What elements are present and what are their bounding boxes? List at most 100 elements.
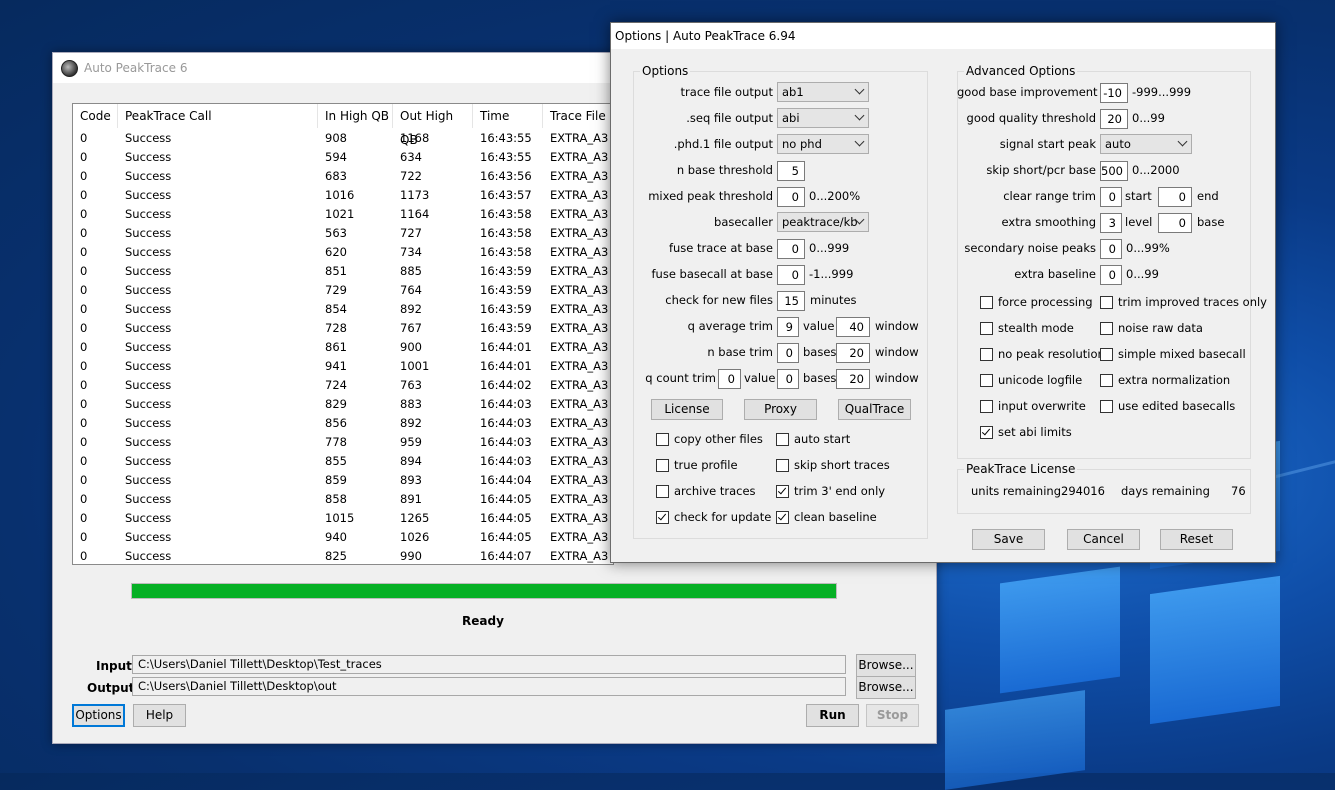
extra-smoothing-base-input[interactable]: 0 <box>1158 213 1192 233</box>
table-row[interactable]: 0 Success 724 763 16:44:02 EXTRA_A3 <box>73 376 613 395</box>
fuse-trace-at-base-input[interactable]: 0 <box>777 239 805 259</box>
checkmark-icon[interactable] <box>980 425 993 439</box>
checkbox-input-overwrite[interactable]: input overwrite <box>980 399 1086 413</box>
column-header-code[interactable]: Code <box>73 104 118 128</box>
help-button[interactable]: Help <box>133 704 186 727</box>
checkmark-icon[interactable] <box>656 510 669 524</box>
table-row[interactable]: 0 Success 825 990 16:44:07 EXTRA_A3 <box>73 547 613 564</box>
skip-short-pcr-base-input[interactable]: 500 <box>1100 161 1128 181</box>
checkbox-box[interactable] <box>980 321 993 335</box>
table-row[interactable]: 0 Success 941 1001 16:44:01 EXTRA_A3 <box>73 357 613 376</box>
table-row[interactable]: 0 Success 1021 1164 16:43:58 EXTRA_A3 <box>73 205 613 224</box>
checkbox-box[interactable] <box>1100 347 1113 361</box>
checkbox-use-edited-basecalls[interactable]: use edited basecalls <box>1100 399 1235 413</box>
table-row[interactable]: 0 Success 854 892 16:43:59 EXTRA_A3 <box>73 300 613 319</box>
license-button[interactable]: License <box>651 399 723 420</box>
checkbox-box[interactable] <box>980 373 993 387</box>
table-row[interactable]: 0 Success 729 764 16:43:59 EXTRA_A3 <box>73 281 613 300</box>
q-count-trim-window-input[interactable]: 20 <box>836 369 870 389</box>
table-row[interactable]: 0 Success 1015 1265 16:44:05 EXTRA_A3 <box>73 509 613 528</box>
qualtrace-button[interactable]: QualTrace <box>838 399 911 420</box>
column-header-time[interactable]: Time <box>473 104 543 128</box>
trace-file-output-select[interactable]: ab1 <box>777 82 869 102</box>
checkbox-box[interactable] <box>656 484 669 498</box>
checkbox-true-profile[interactable]: true profile <box>656 458 738 472</box>
table-row[interactable]: 0 Success 683 722 16:43:56 EXTRA_A3 <box>73 167 613 186</box>
checkbox-box[interactable] <box>656 432 669 446</box>
checkbox-box[interactable] <box>656 458 669 472</box>
n-base-trim-window-input[interactable]: 20 <box>836 343 870 363</box>
table-row[interactable]: 0 Success 620 734 16:43:58 EXTRA_A3 <box>73 243 613 262</box>
checkbox-noise-raw-data[interactable]: noise raw data <box>1100 321 1203 335</box>
checkbox-box[interactable] <box>776 432 789 446</box>
checkbox-unicode-logfile[interactable]: unicode logfile <box>980 373 1082 387</box>
checkbox-box[interactable] <box>980 295 993 309</box>
checkbox-auto-start[interactable]: auto start <box>776 432 850 446</box>
output-path-field[interactable]: C:\Users\Daniel Tillett\Desktop\out <box>132 677 846 696</box>
table-row[interactable]: 0 Success 563 727 16:43:58 EXTRA_A3 <box>73 224 613 243</box>
q-average-trim-value-input[interactable]: 9 <box>777 317 799 337</box>
table-row[interactable]: 0 Success 1016 1173 16:43:57 EXTRA_A3 <box>73 186 613 205</box>
column-header-in-high-qb[interactable]: In High QB <box>318 104 393 128</box>
phd-file-output-select[interactable]: no phd <box>777 134 869 154</box>
checkbox-clean-baseline[interactable]: clean baseline <box>776 510 877 524</box>
options-button[interactable]: Options <box>72 704 125 727</box>
table-row[interactable]: 0 Success 594 634 16:43:55 EXTRA_A3 <box>73 148 613 167</box>
cancel-button[interactable]: Cancel <box>1067 529 1140 550</box>
q-average-trim-window-input[interactable]: 40 <box>836 317 870 337</box>
proxy-button[interactable]: Proxy <box>744 399 817 420</box>
q-count-trim-bases-input[interactable]: 0 <box>777 369 799 389</box>
n-base-trim-bases-input[interactable]: 0 <box>777 343 799 363</box>
checkbox-no-peak-resolution[interactable]: no peak resolution <box>980 347 1105 361</box>
checkbox-box[interactable] <box>1100 373 1113 387</box>
table-row[interactable]: 0 Success 851 885 16:43:59 EXTRA_A3 <box>73 262 613 281</box>
checkbox-trim-3-end-only[interactable]: trim 3' end only <box>776 484 885 498</box>
input-browse-button[interactable]: Browse... <box>856 654 916 677</box>
q-count-trim-value-input[interactable]: 0 <box>718 369 741 389</box>
run-button[interactable]: Run <box>806 704 859 727</box>
check-for-new-files-input[interactable]: 15 <box>777 291 805 311</box>
fuse-basecall-at-base-input[interactable]: 0 <box>777 265 805 285</box>
extra-smoothing-level-input[interactable]: 3 <box>1100 213 1122 233</box>
checkbox-trim-improved-traces-only[interactable]: trim improved traces only <box>1100 295 1267 309</box>
table-row[interactable]: 0 Success 859 893 16:44:04 EXTRA_A3 <box>73 471 613 490</box>
checkbox-box[interactable] <box>776 458 789 472</box>
save-button[interactable]: Save <box>972 529 1045 550</box>
good-quality-threshold-input[interactable]: 20 <box>1100 109 1128 129</box>
mixed-peak-threshold-input[interactable]: 0 <box>777 187 805 207</box>
table-row[interactable]: 0 Success 908 1168 16:43:55 EXTRA_A3 <box>73 129 613 148</box>
results-table[interactable]: Code PeakTrace Call In High QB Out High … <box>72 103 614 565</box>
checkbox-force-processing[interactable]: force processing <box>980 295 1093 309</box>
table-row[interactable]: 0 Success 861 900 16:44:01 EXTRA_A3 <box>73 338 613 357</box>
checkbox-archive-traces[interactable]: archive traces <box>656 484 756 498</box>
checkbox-box[interactable] <box>980 347 993 361</box>
secondary-noise-peaks-input[interactable]: 0 <box>1100 239 1122 259</box>
clear-range-trim-start-input[interactable]: 0 <box>1100 187 1122 207</box>
n-base-threshold-input[interactable]: 5 <box>777 161 805 181</box>
checkbox-copy-other-files[interactable]: copy other files <box>656 432 763 446</box>
checkbox-set-abi-limits[interactable]: set abi limits <box>980 425 1072 439</box>
checkbox-box[interactable] <box>980 399 993 413</box>
checkbox-box[interactable] <box>1100 321 1113 335</box>
checkbox-extra-normalization[interactable]: extra normalization <box>1100 373 1230 387</box>
seq-file-output-select[interactable]: abi <box>777 108 869 128</box>
reset-button[interactable]: Reset <box>1160 529 1233 550</box>
checkbox-box[interactable] <box>1100 295 1113 309</box>
table-row[interactable]: 0 Success 855 894 16:44:03 EXTRA_A3 <box>73 452 613 471</box>
checkmark-icon[interactable] <box>776 510 789 524</box>
output-browse-button[interactable]: Browse... <box>856 676 916 699</box>
checkbox-simple-mixed-basecall[interactable]: simple mixed basecall <box>1100 347 1246 361</box>
table-row[interactable]: 0 Success 856 892 16:44:03 EXTRA_A3 <box>73 414 613 433</box>
checkbox-box[interactable] <box>1100 399 1113 413</box>
column-header-peaktrace-call[interactable]: PeakTrace Call <box>118 104 318 128</box>
input-path-field[interactable]: C:\Users\Daniel Tillett\Desktop\Test_tra… <box>132 655 846 674</box>
table-row[interactable]: 0 Success 728 767 16:43:59 EXTRA_A3 <box>73 319 613 338</box>
good-base-improvement-input[interactable]: -10 <box>1100 83 1128 103</box>
signal-start-peak-select[interactable]: auto <box>1100 134 1192 154</box>
checkbox-stealth-mode[interactable]: stealth mode <box>980 321 1074 335</box>
table-row[interactable]: 0 Success 829 883 16:44:03 EXTRA_A3 <box>73 395 613 414</box>
column-header-trace-file[interactable]: Trace File <box>543 104 613 128</box>
extra-baseline-input[interactable]: 0 <box>1100 265 1122 285</box>
stop-button[interactable]: Stop <box>866 704 919 727</box>
clear-range-trim-end-input[interactable]: 0 <box>1158 187 1192 207</box>
